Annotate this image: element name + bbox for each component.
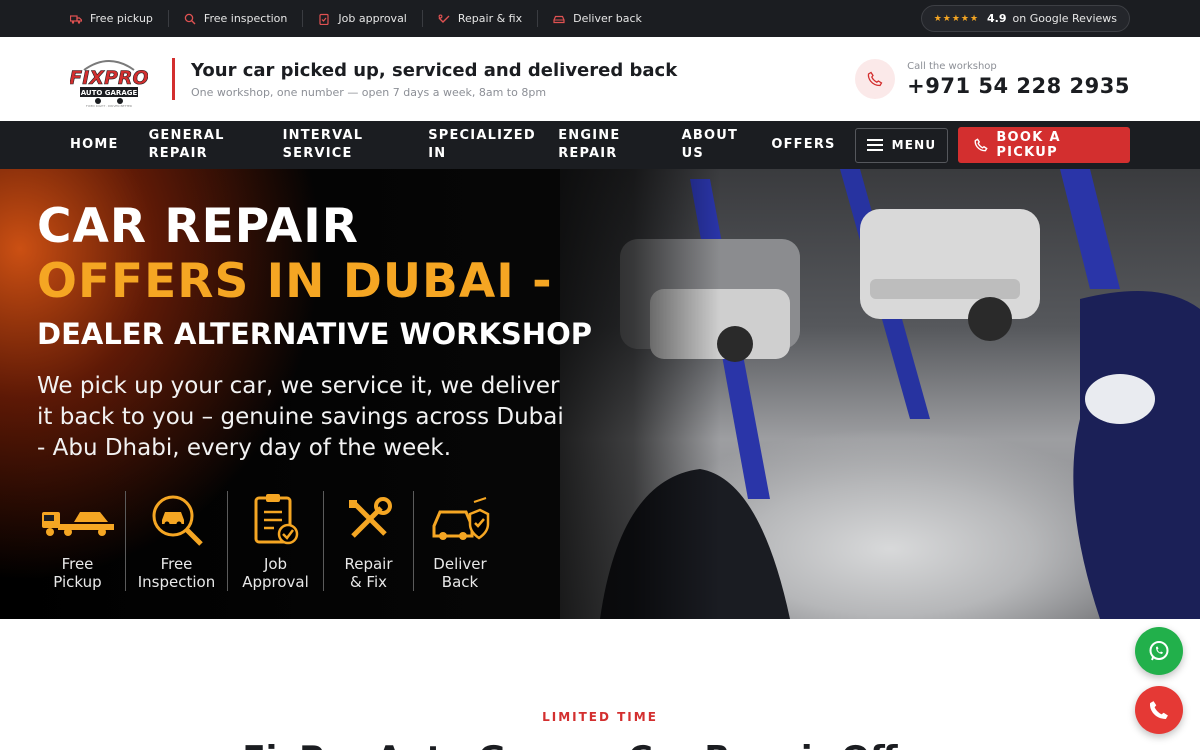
phone-icon: [855, 59, 896, 99]
hero-step-line2: Pickup: [53, 573, 102, 591]
call-number[interactable]: +971 54 228 2935: [907, 74, 1130, 98]
clipboard-icon: [318, 13, 330, 25]
svg-text:AUTO GARAGE: AUTO GARAGE: [81, 89, 138, 97]
section-eyebrow: LIMITED TIME: [542, 710, 658, 724]
whatsapp-icon: [1149, 641, 1169, 661]
menu-button[interactable]: MENU: [854, 127, 949, 163]
nav-specialized-in[interactable]: SPECIALIZED IN: [428, 127, 534, 163]
search-icon: [184, 13, 196, 25]
tools-icon: [324, 491, 413, 549]
nav-engine-repair[interactable]: ENGINE REPAIR: [558, 127, 651, 163]
hero-step-approval: Job Approval: [228, 491, 324, 591]
rating-label: on Google Reviews: [1012, 12, 1117, 25]
header-subtitle: One workshop, one number — open 7 days a…: [191, 85, 547, 99]
step-repair-fix: Repair & fix: [423, 10, 539, 27]
header-title: Your car picked up, serviced and deliver…: [191, 59, 678, 81]
call-workshop[interactable]: Call the workshop +971 54 228 2935: [855, 59, 1130, 99]
fixpro-logo[interactable]: FIXPRO AUTO GARAGE FIXED RIGHT · DRIVEN …: [69, 50, 149, 108]
site-header: FIXPRO AUTO GARAGE FIXED RIGHT · DRIVEN …: [0, 37, 1200, 121]
hero-step-pickup: Free Pickup: [30, 491, 126, 591]
hero-heading-line2: OFFERS IN DUBAI -: [37, 254, 553, 309]
step-free-pickup: Free pickup: [70, 10, 169, 27]
truck-icon: [70, 13, 82, 25]
hero-step-line1: Deliver: [433, 555, 487, 573]
google-rating-badge[interactable]: ★★★★★ 4.9 on Google Reviews: [920, 5, 1130, 32]
nav-about-us[interactable]: ABOUT US: [682, 127, 742, 163]
hero-step-line1: Job: [263, 555, 288, 573]
hero-process-steps: Free Pickup Free Inspection Job Approval…: [30, 491, 506, 591]
hero-banner: CAR REPAIR OFFERS IN DUBAI - DEALER ALTE…: [0, 169, 1200, 619]
main-nav: HOME GENERAL REPAIR INTERVAL SERVICE SPE…: [0, 121, 1200, 169]
step-label: Free inspection: [203, 12, 288, 25]
nav-home[interactable]: HOME: [70, 136, 119, 154]
hero-step-line1: Free: [160, 555, 193, 573]
hamburger-icon: [866, 139, 883, 151]
call-label: Call the workshop: [907, 60, 997, 72]
hero-step-repair: Repair & Fix: [324, 491, 414, 591]
phone-icon: [974, 138, 988, 152]
header-tagline: Your car picked up, serviced and deliver…: [191, 60, 855, 99]
magnifier-car-icon: [126, 491, 227, 549]
nav-general-repair[interactable]: GENERAL REPAIR: [149, 127, 253, 163]
nav-offers[interactable]: OFFERS: [771, 136, 835, 154]
wrench-icon: [438, 13, 450, 25]
book-pickup-button[interactable]: BOOK A PICKUP: [958, 127, 1131, 163]
hero-heading-line3: DEALER ALTERNATIVE WORKSHOP: [37, 317, 592, 351]
call-button[interactable]: [1135, 686, 1183, 734]
car-shield-icon: [414, 491, 506, 549]
svg-text:FIXPRO: FIXPRO: [70, 67, 148, 89]
step-job-approval: Job approval: [303, 10, 423, 27]
menu-label: MENU: [891, 138, 937, 152]
step-label: Free pickup: [90, 12, 153, 25]
step-label: Repair & fix: [457, 12, 523, 25]
hero-copy: CAR REPAIR OFFERS IN DUBAI - DEALER ALTE…: [37, 199, 592, 464]
rating-score: 4.9: [987, 12, 1007, 25]
nav-interval-service[interactable]: INTERVAL SERVICE: [283, 127, 399, 163]
hero-step-line2: Back: [441, 573, 479, 591]
phone-icon: [1149, 701, 1168, 719]
whatsapp-button[interactable]: [1135, 627, 1183, 675]
svg-text:FIXED RIGHT · DRIVEN BETTER: FIXED RIGHT · DRIVEN BETTER: [86, 104, 132, 108]
hero-description: We pick up your car, we service it, we d…: [37, 373, 564, 461]
hero-step-line1: Free: [61, 555, 94, 573]
step-label: Job approval: [338, 12, 407, 25]
step-free-inspection: Free inspection: [169, 10, 304, 27]
offers-section: LIMITED TIME FixPro Auto Garage Car Repa…: [0, 619, 1200, 750]
section-title: FixPro Auto Garage Car Repair Offers: [0, 739, 1200, 750]
process-steps: Free pickup Free inspection Job approval…: [70, 10, 657, 27]
hero-step-line2: Inspection: [137, 573, 216, 591]
hero-step-deliver: Deliver Back: [414, 491, 506, 591]
hero-step-line2: Approval: [242, 573, 309, 591]
hero-step-line1: Repair: [344, 555, 393, 573]
hero-step-inspection: Free Inspection: [126, 491, 228, 591]
tow-truck-icon: [30, 491, 125, 549]
checklist-icon: [228, 491, 323, 549]
rating-stars: ★★★★★: [933, 13, 980, 24]
top-info-bar: Free pickup Free inspection Job approval…: [0, 0, 1200, 37]
car-check-icon: [553, 13, 565, 25]
step-deliver-back: Deliver back: [538, 10, 657, 27]
hero-heading-line1: CAR REPAIR: [37, 199, 359, 254]
header-divider: [172, 58, 175, 100]
step-label: Deliver back: [573, 12, 642, 25]
hero-step-line2: & Fix: [349, 573, 388, 591]
book-pickup-label: BOOK A PICKUP: [996, 130, 1061, 160]
